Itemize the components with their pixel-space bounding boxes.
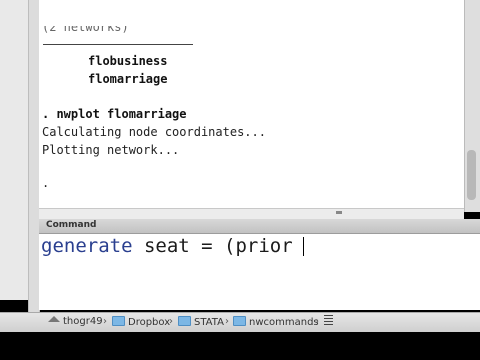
- table-rule: [43, 44, 193, 45]
- menu-icon[interactable]: [324, 315, 333, 325]
- path-item-label: STATA: [194, 317, 224, 328]
- command-panel-title: Command: [46, 220, 97, 230]
- command-keyword: generate: [41, 235, 133, 257]
- command-echo: . nwplot flomarriage: [42, 107, 187, 121]
- path-item-nwcommands[interactable]: nwcommands: [233, 316, 319, 328]
- letterbox-bottom: [0, 332, 480, 360]
- path-item-stata[interactable]: STATA: [178, 316, 224, 328]
- folder-icon: [178, 316, 191, 326]
- output-line-2: Plotting network...: [42, 143, 180, 157]
- path-item-thogr49[interactable]: thogr49: [48, 316, 103, 327]
- path-item-label: thogr49: [63, 316, 103, 327]
- path-separator: ›: [225, 316, 229, 327]
- folder-icon: [233, 316, 246, 326]
- command-input[interactable]: generate seat = (prior: [41, 233, 293, 259]
- path-bar: thogr49 › Dropbox › STATA › nwcommands ›: [0, 312, 480, 333]
- command-input-rest: seat = (prior: [132, 235, 293, 257]
- splitter-grip-icon[interactable]: [336, 211, 342, 214]
- folder-icon: [112, 316, 125, 326]
- network-name-1: flobusiness: [88, 54, 168, 68]
- results-scroll-thumb[interactable]: [467, 150, 476, 200]
- path-item-dropbox[interactable]: Dropbox: [112, 316, 170, 328]
- left-panel: [0, 0, 28, 300]
- path-separator: ›: [169, 316, 173, 327]
- command-panel-header: Command: [39, 219, 480, 234]
- output-line-1: Calculating node coordinates...: [42, 125, 266, 139]
- path-separator: ›: [103, 316, 107, 327]
- text-caret: [303, 237, 304, 256]
- path-item-label: nwcommands: [249, 317, 319, 328]
- path-item-label: Dropbox: [128, 317, 171, 328]
- results-prompt: .: [42, 176, 50, 190]
- path-separator: ›: [315, 316, 319, 327]
- home-icon: [48, 316, 60, 322]
- stata-window: (2 networks) flobusiness flomarriage . n…: [0, 0, 480, 360]
- network-name-2: flomarriage: [88, 72, 168, 86]
